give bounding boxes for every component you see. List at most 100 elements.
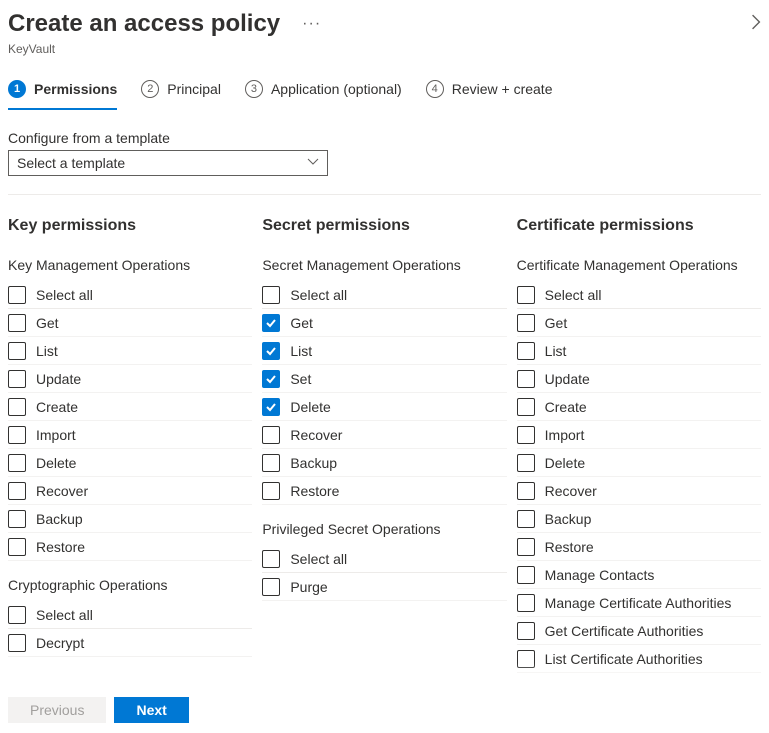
checkbox[interactable]	[517, 370, 535, 388]
permissions-group-label: Cryptographic Operations	[8, 577, 252, 593]
checkbox[interactable]	[262, 342, 280, 360]
permission-label: Get	[290, 315, 313, 331]
checkbox[interactable]	[8, 606, 26, 624]
permission-row[interactable]: Get	[8, 309, 252, 337]
permission-row[interactable]: Recover	[8, 477, 252, 505]
expand-icon[interactable]	[751, 13, 761, 36]
permission-row[interactable]: Get	[517, 309, 761, 337]
tab-permissions[interactable]: 1 Permissions	[8, 76, 117, 110]
checkbox[interactable]	[517, 426, 535, 444]
permission-row[interactable]: List Certificate Authorities	[517, 645, 761, 673]
permission-row[interactable]: Delete	[517, 449, 761, 477]
checkbox[interactable]	[517, 286, 535, 304]
permission-row[interactable]: Get	[262, 309, 506, 337]
permission-row[interactable]: Update	[8, 365, 252, 393]
permission-row[interactable]: Update	[517, 365, 761, 393]
checkbox[interactable]	[517, 342, 535, 360]
select-all-row[interactable]: Select all	[262, 545, 506, 573]
checkbox[interactable]	[8, 370, 26, 388]
permission-label: Create	[545, 399, 587, 415]
permission-row[interactable]: Decrypt	[8, 629, 252, 657]
permission-row[interactable]: List	[262, 337, 506, 365]
tab-application[interactable]: 3 Application (optional)	[245, 76, 402, 110]
checkbox[interactable]	[517, 650, 535, 668]
previous-button[interactable]: Previous	[8, 697, 106, 723]
select-all-row[interactable]: Select all	[8, 281, 252, 309]
checkbox[interactable]	[262, 578, 280, 596]
checkbox[interactable]	[8, 482, 26, 500]
checkbox[interactable]	[262, 426, 280, 444]
permissions-group-label: Privileged Secret Operations	[262, 521, 506, 537]
checkbox[interactable]	[262, 550, 280, 568]
checkbox[interactable]	[517, 482, 535, 500]
permission-row[interactable]: Recover	[517, 477, 761, 505]
permission-row[interactable]: Restore	[8, 533, 252, 561]
tab-review[interactable]: 4 Review + create	[426, 76, 553, 110]
checkbox[interactable]	[517, 566, 535, 584]
next-button[interactable]: Next	[114, 697, 188, 723]
page-title: Create an access policy	[8, 10, 280, 38]
permission-row[interactable]: Restore	[262, 477, 506, 505]
permission-row[interactable]: Import	[8, 421, 252, 449]
permission-label: Restore	[545, 539, 594, 555]
select-all-label: Select all	[290, 287, 347, 303]
permission-row[interactable]: List	[517, 337, 761, 365]
checkbox[interactable]	[8, 454, 26, 472]
more-icon[interactable]: ···	[302, 15, 321, 33]
checkbox[interactable]	[517, 510, 535, 528]
checkbox[interactable]	[517, 398, 535, 416]
checkbox[interactable]	[262, 286, 280, 304]
checkbox[interactable]	[517, 314, 535, 332]
checkbox[interactable]	[517, 594, 535, 612]
checkbox[interactable]	[8, 538, 26, 556]
checkbox[interactable]	[517, 538, 535, 556]
permission-label: Restore	[36, 539, 85, 555]
checkbox[interactable]	[262, 482, 280, 500]
permission-row[interactable]: Get Certificate Authorities	[517, 617, 761, 645]
template-select[interactable]: Select a template	[8, 150, 328, 176]
checkbox[interactable]	[262, 314, 280, 332]
permission-label: Create	[36, 399, 78, 415]
permission-row[interactable]: Create	[517, 393, 761, 421]
permission-row[interactable]: Set	[262, 365, 506, 393]
select-all-row[interactable]: Select all	[262, 281, 506, 309]
permission-row[interactable]: Purge	[262, 573, 506, 601]
permission-row[interactable]: Delete	[262, 393, 506, 421]
tab-label: Review + create	[452, 81, 553, 97]
permission-label: Get Certificate Authorities	[545, 623, 704, 639]
checkbox[interactable]	[517, 454, 535, 472]
permission-row[interactable]: Recover	[262, 421, 506, 449]
permission-label: Import	[36, 427, 76, 443]
checkbox[interactable]	[8, 342, 26, 360]
permission-row[interactable]: Import	[517, 421, 761, 449]
permission-row[interactable]: Restore	[517, 533, 761, 561]
permission-row[interactable]: List	[8, 337, 252, 365]
checkbox[interactable]	[8, 314, 26, 332]
permissions-column-secret: Secret permissionsSecret Management Oper…	[262, 217, 506, 673]
checkbox[interactable]	[262, 398, 280, 416]
divider	[8, 194, 761, 195]
select-all-row[interactable]: Select all	[8, 601, 252, 629]
checkbox[interactable]	[8, 510, 26, 528]
permission-row[interactable]: Create	[8, 393, 252, 421]
step-number: 4	[426, 80, 444, 98]
select-all-row[interactable]: Select all	[517, 281, 761, 309]
checkbox[interactable]	[8, 398, 26, 416]
checkbox[interactable]	[8, 634, 26, 652]
permission-row[interactable]: Backup	[517, 505, 761, 533]
checkbox[interactable]	[8, 426, 26, 444]
permission-row[interactable]: Backup	[8, 505, 252, 533]
checkbox[interactable]	[262, 370, 280, 388]
permission-row[interactable]: Manage Contacts	[517, 561, 761, 589]
permission-row[interactable]: Backup	[262, 449, 506, 477]
checkbox[interactable]	[8, 286, 26, 304]
checkbox[interactable]	[517, 622, 535, 640]
step-number: 3	[245, 80, 263, 98]
checkbox[interactable]	[262, 454, 280, 472]
permission-row[interactable]: Delete	[8, 449, 252, 477]
permissions-column-key: Key permissionsKey Management Operations…	[8, 217, 252, 673]
tab-label: Permissions	[34, 81, 117, 97]
column-title: Key permissions	[8, 217, 252, 235]
tab-principal[interactable]: 2 Principal	[141, 76, 221, 110]
permission-row[interactable]: Manage Certificate Authorities	[517, 589, 761, 617]
